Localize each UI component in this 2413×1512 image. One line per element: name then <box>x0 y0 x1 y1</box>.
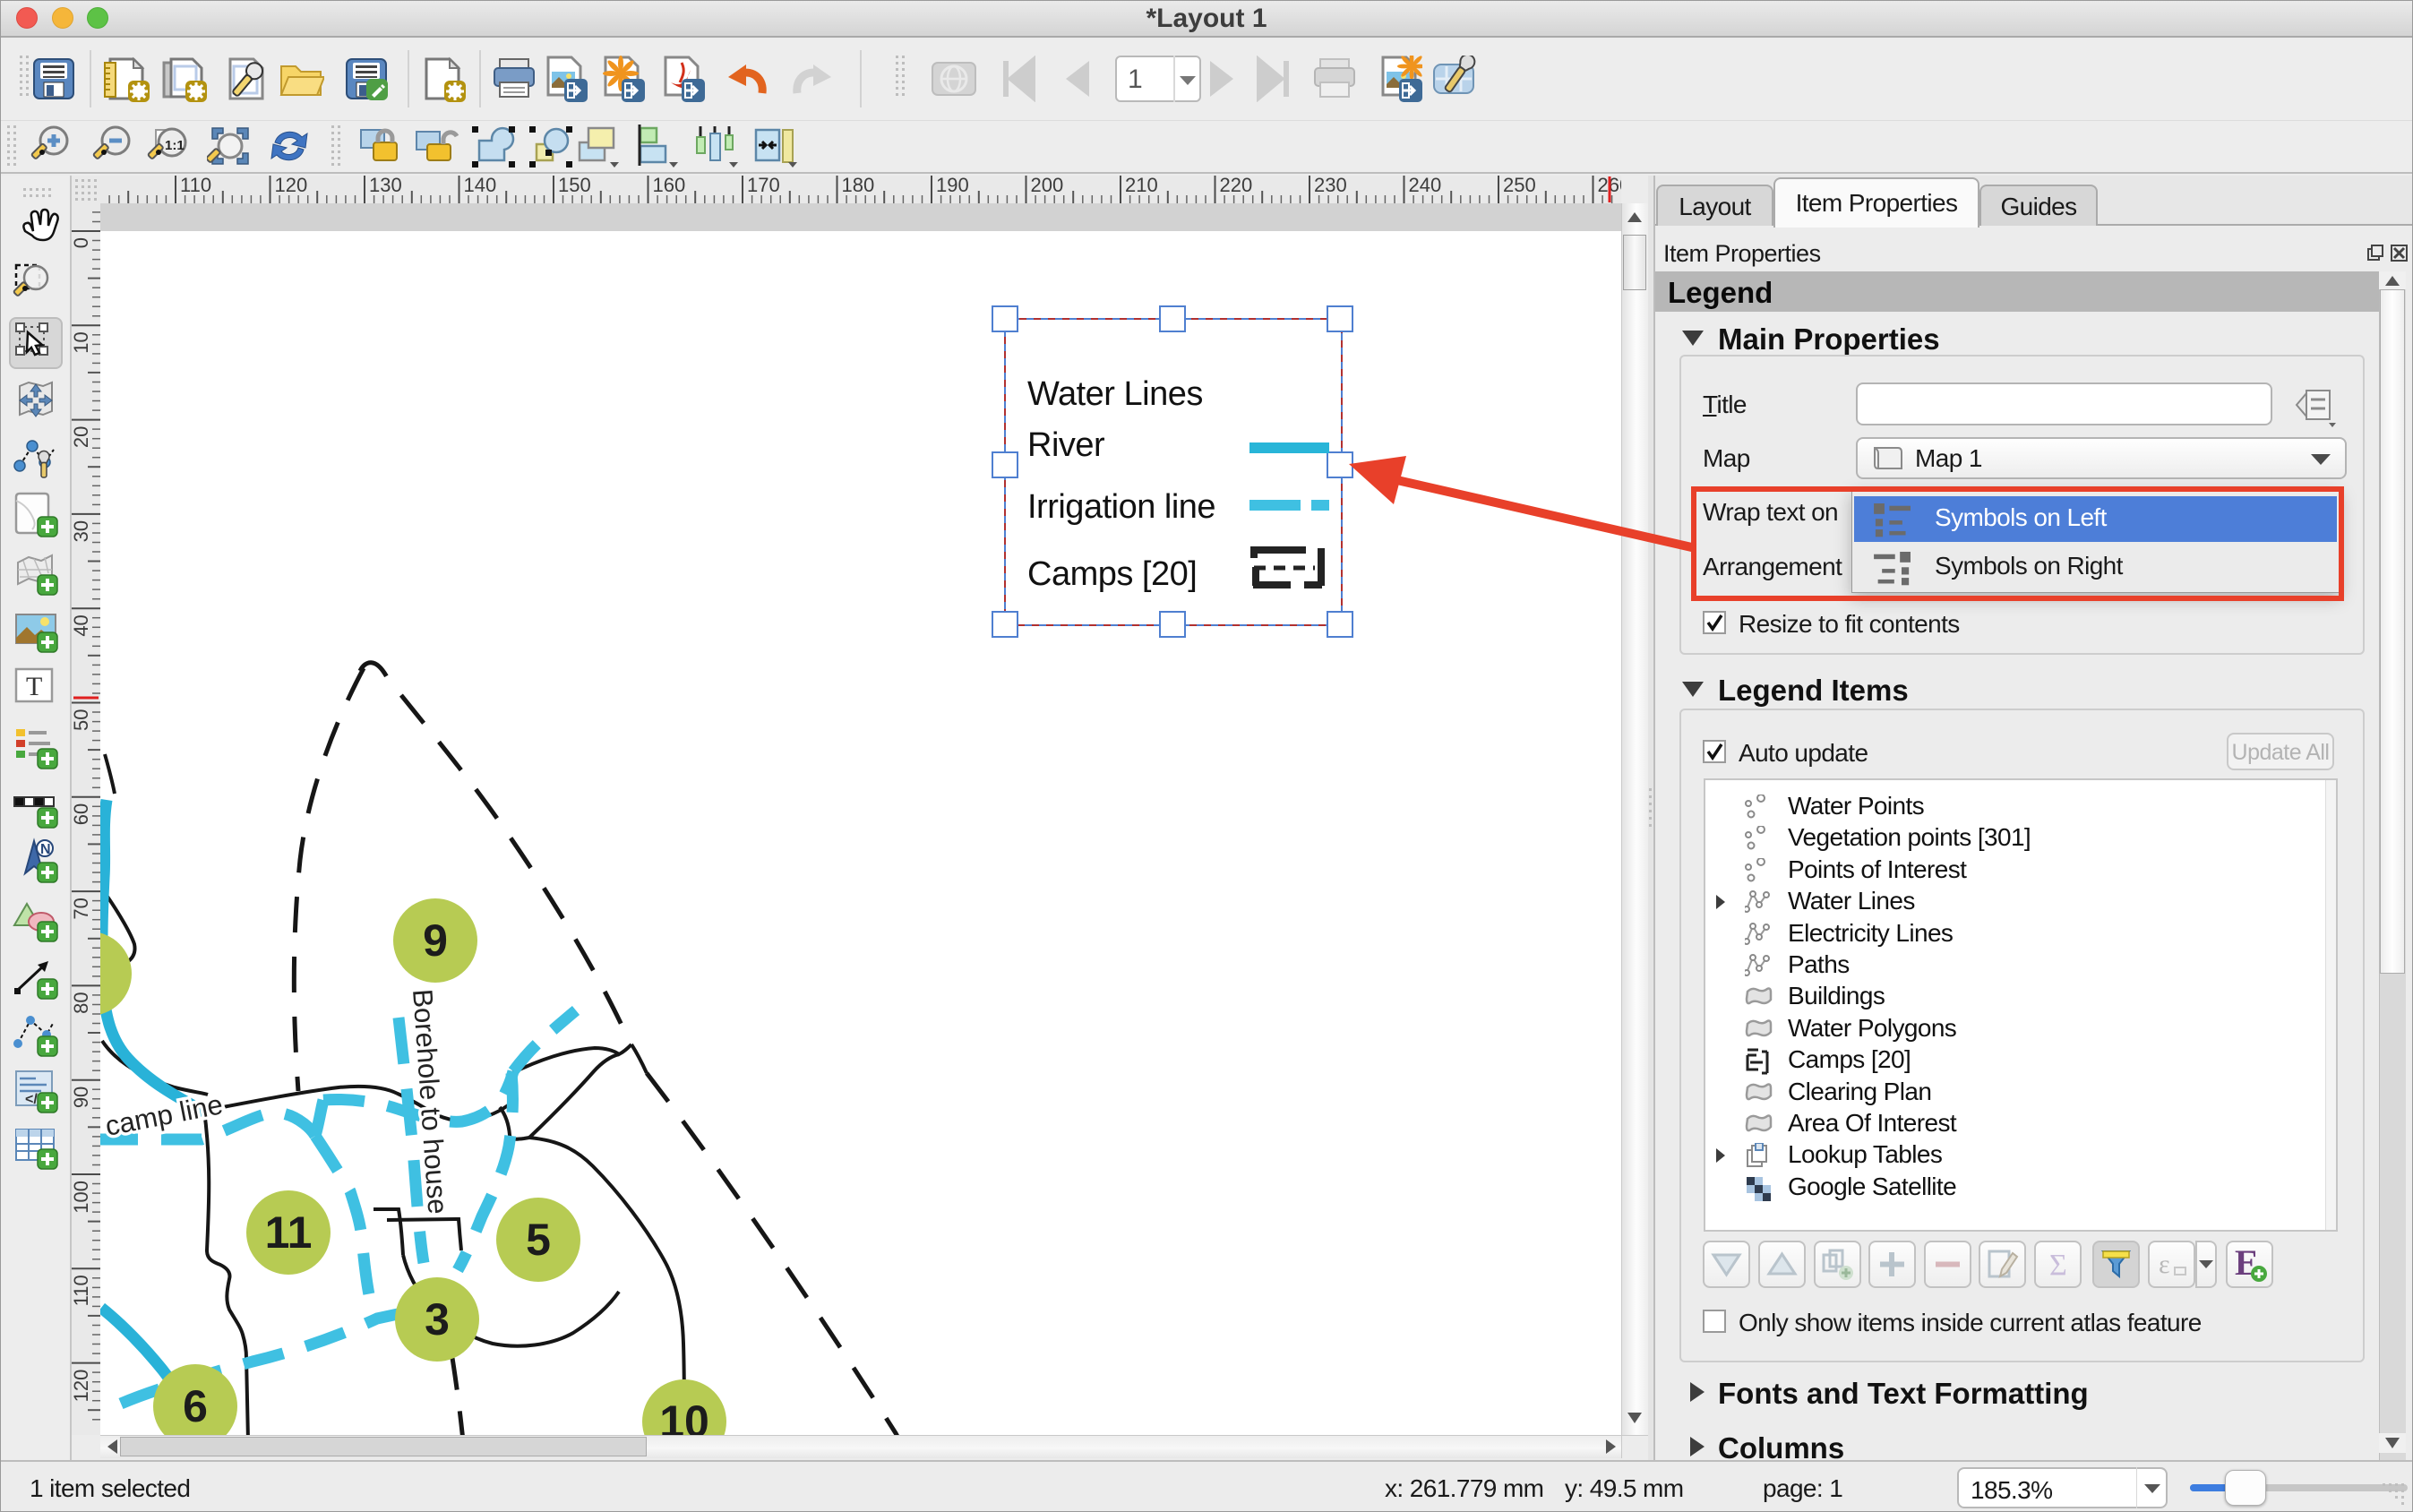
svg-text:250: 250 <box>1503 176 1536 196</box>
svg-text:6: 6 <box>183 1381 208 1431</box>
svg-text:90: 90 <box>72 1087 92 1108</box>
svg-text:30: 30 <box>72 520 92 542</box>
svg-text:220: 220 <box>1220 176 1253 196</box>
svg-text:200: 200 <box>1031 176 1064 196</box>
svg-text:170: 170 <box>747 176 780 196</box>
svg-text:120: 120 <box>72 1370 92 1403</box>
svg-text:10: 10 <box>72 331 92 353</box>
svg-text:3: 3 <box>425 1294 450 1344</box>
svg-text:190: 190 <box>936 176 969 196</box>
svg-text:ε: ε <box>2159 1250 2170 1279</box>
svg-text:50: 50 <box>72 709 92 731</box>
svg-text:240: 240 <box>1409 176 1442 196</box>
svg-text:160: 160 <box>653 176 686 196</box>
svg-text:0: 0 <box>72 237 92 248</box>
svg-text:110: 110 <box>72 1275 92 1306</box>
svg-text:N: N <box>40 842 51 857</box>
svg-text:110: 110 <box>180 176 211 196</box>
svg-text:20: 20 <box>72 426 92 448</box>
svg-text:11: 11 <box>265 1207 313 1258</box>
svg-text:150: 150 <box>558 176 591 196</box>
svg-text:40: 40 <box>72 614 92 636</box>
svg-text:5: 5 <box>526 1215 551 1265</box>
svg-text:180: 180 <box>842 176 875 196</box>
svg-text:10: 10 <box>659 1396 709 1435</box>
svg-text:T: T <box>26 672 42 701</box>
svg-text:60: 60 <box>72 803 92 825</box>
svg-text:Σ: Σ <box>2049 1249 2067 1282</box>
svg-text:80: 80 <box>72 992 92 1013</box>
svg-text:70: 70 <box>72 898 92 919</box>
svg-text:1:1: 1:1 <box>165 138 185 153</box>
svg-text:100: 100 <box>72 1181 92 1214</box>
svg-text:230: 230 <box>1314 176 1347 196</box>
svg-text:9: 9 <box>423 915 448 966</box>
svg-text:130: 130 <box>369 176 402 196</box>
svg-text:140: 140 <box>464 176 497 196</box>
svg-text:210: 210 <box>1125 176 1158 196</box>
svg-text:120: 120 <box>275 176 308 196</box>
